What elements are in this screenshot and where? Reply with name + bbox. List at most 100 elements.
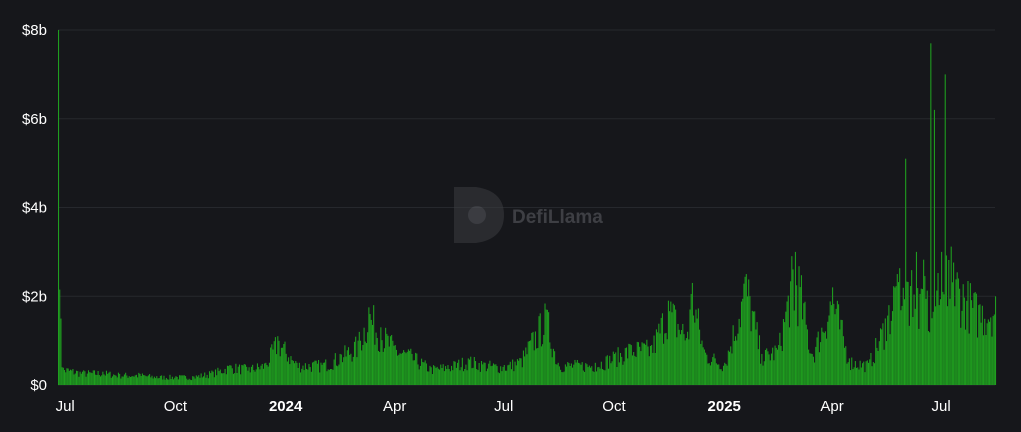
bar xyxy=(646,339,648,385)
bar xyxy=(515,365,517,385)
bar xyxy=(165,377,167,385)
bar xyxy=(439,369,441,385)
bar xyxy=(418,369,420,385)
bar xyxy=(122,376,124,385)
bar xyxy=(660,317,662,385)
bar xyxy=(879,328,882,385)
bar xyxy=(226,365,229,385)
bar xyxy=(840,319,842,385)
bar xyxy=(300,372,302,385)
bar xyxy=(406,351,408,385)
bar xyxy=(482,364,484,385)
bar xyxy=(625,347,628,385)
bar xyxy=(793,310,795,385)
bar xyxy=(893,286,895,385)
bar xyxy=(864,372,866,385)
bar xyxy=(266,365,268,385)
bar xyxy=(622,364,624,385)
bar xyxy=(141,373,143,385)
bar xyxy=(464,368,466,385)
bar xyxy=(621,356,623,385)
bar xyxy=(902,287,904,385)
bar xyxy=(872,362,874,385)
bar xyxy=(123,374,125,385)
bar xyxy=(526,354,528,385)
bar xyxy=(423,362,425,385)
bar xyxy=(146,376,148,385)
bar xyxy=(927,331,929,385)
bar xyxy=(823,333,825,385)
bar xyxy=(925,298,927,385)
bar xyxy=(917,288,919,385)
bar xyxy=(748,279,750,385)
bar xyxy=(202,376,205,385)
bar xyxy=(115,375,117,385)
bar xyxy=(500,366,502,385)
bar xyxy=(79,371,81,385)
bar xyxy=(756,322,758,385)
bar xyxy=(727,350,729,385)
bar xyxy=(543,334,545,385)
bar xyxy=(140,375,142,385)
bar xyxy=(815,346,817,385)
bar xyxy=(415,352,417,385)
bar xyxy=(609,355,611,385)
bar xyxy=(364,341,366,385)
bar xyxy=(128,376,130,385)
watermark: DefiLlama xyxy=(454,187,603,243)
bar xyxy=(772,347,774,385)
bar xyxy=(412,360,414,385)
bar xyxy=(881,329,883,385)
bar xyxy=(117,372,119,385)
bar xyxy=(169,374,171,385)
bar xyxy=(491,365,493,385)
bar xyxy=(769,360,771,385)
bar xyxy=(844,347,846,385)
bar xyxy=(392,340,394,385)
bar xyxy=(725,363,727,385)
bar xyxy=(107,373,109,385)
bar xyxy=(195,375,197,385)
bar xyxy=(129,377,131,385)
bar xyxy=(309,367,311,385)
bar xyxy=(103,374,105,385)
bar xyxy=(93,370,96,385)
bar xyxy=(496,366,498,385)
bar xyxy=(528,341,530,385)
bar xyxy=(792,269,794,385)
bar xyxy=(427,371,429,385)
bar xyxy=(131,376,133,385)
bar xyxy=(519,357,521,385)
bar xyxy=(272,349,274,385)
bar xyxy=(645,344,647,385)
bar xyxy=(318,360,320,385)
bar xyxy=(101,375,103,385)
bar xyxy=(889,334,891,385)
bar xyxy=(151,375,153,385)
bar xyxy=(923,259,925,385)
bar xyxy=(437,368,439,385)
bar xyxy=(639,346,641,385)
bar xyxy=(945,255,947,385)
bar xyxy=(760,363,762,385)
bar xyxy=(440,364,442,385)
bar xyxy=(175,376,177,386)
bar xyxy=(755,329,757,385)
bar xyxy=(802,319,804,385)
bar xyxy=(425,363,427,385)
bar xyxy=(345,356,347,385)
bar xyxy=(616,366,618,385)
bar xyxy=(740,301,743,385)
bar xyxy=(685,338,687,385)
bar xyxy=(746,296,749,385)
bar xyxy=(635,356,637,385)
bar xyxy=(458,359,460,385)
bar xyxy=(358,331,360,385)
bar xyxy=(909,286,912,385)
bar xyxy=(388,346,390,385)
bar xyxy=(548,312,550,385)
bar xyxy=(582,370,584,385)
bar xyxy=(824,331,826,385)
bar xyxy=(919,293,921,385)
bar xyxy=(866,360,868,385)
